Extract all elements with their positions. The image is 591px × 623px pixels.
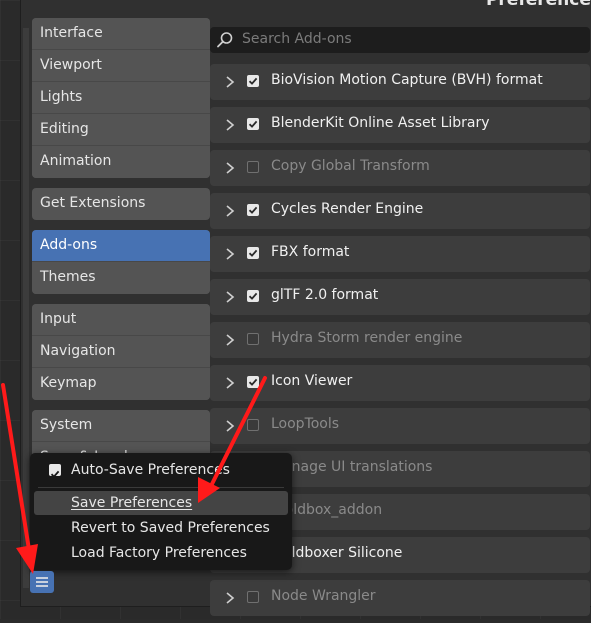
addon-enable-checkbox[interactable] [247, 75, 259, 87]
chevron-right-icon[interactable] [222, 375, 238, 391]
checkmark-icon [248, 120, 258, 128]
auto-save-preferences-toggle[interactable]: Auto-Save Preferences [34, 458, 288, 482]
addon-row[interactable]: BioVision Motion Capture (BVH) format [210, 64, 590, 100]
sidebar-item-interface[interactable]: Interface [32, 18, 210, 50]
sidebar-item-themes[interactable]: Themes [32, 262, 210, 294]
revert-preferences-label: Revert to Saved Preferences [71, 520, 270, 536]
addon-row[interactable]: BlenderKit Online Asset Library [210, 107, 590, 143]
checkmark-icon [248, 77, 258, 85]
search-placeholder: Search Add-ons [242, 31, 352, 47]
auto-save-label: Auto-Save Preferences [71, 462, 230, 478]
checkmark-icon [248, 249, 258, 257]
sidebar-scroll-gutter [23, 28, 29, 588]
checkmark-icon [50, 470, 60, 478]
addon-name: BioVision Motion Capture (BVH) format [271, 72, 543, 88]
checkmark-icon [248, 292, 258, 300]
addon-enable-checkbox[interactable] [247, 376, 259, 388]
menu-separator [38, 487, 284, 488]
addon-name: LoopTools [271, 416, 340, 432]
addon-enable-checkbox[interactable] [247, 333, 259, 345]
addon-enable-checkbox[interactable] [247, 419, 259, 431]
sidebar-group-input: Input Navigation Keymap [32, 304, 210, 400]
chevron-right-icon[interactable] [222, 203, 238, 219]
window-title: Preferences [485, 0, 591, 10]
addon-name: Cycles Render Engine [271, 201, 424, 217]
sidebar-group-ui: Interface Viewport Lights Editing Animat… [32, 18, 210, 178]
sidebar-item-addons[interactable]: Add-ons [32, 230, 210, 262]
addon-enable-checkbox[interactable] [247, 290, 259, 302]
sidebar: Interface Viewport Lights Editing Animat… [32, 18, 210, 484]
addon-name: Hydra Storm render engine [271, 330, 463, 346]
sidebar-item-animation[interactable]: Animation [32, 146, 210, 178]
save-preferences-item[interactable]: Save Preferences [34, 491, 288, 515]
chevron-right-icon[interactable] [222, 590, 238, 606]
checkmark-icon [248, 378, 258, 386]
addon-enable-checkbox[interactable] [247, 204, 259, 216]
sidebar-item-input[interactable]: Input [32, 304, 210, 336]
addon-name: Icon Viewer [271, 373, 353, 389]
addon-row[interactable]: LoopTools [210, 408, 590, 444]
addon-name: Copy Global Transform [271, 158, 430, 174]
addon-name: FBX format [271, 244, 350, 260]
addon-enable-checkbox[interactable] [247, 591, 259, 603]
hamburger-icon [36, 577, 48, 587]
addon-enable-checkbox[interactable] [247, 247, 259, 259]
sidebar-group-addons: Add-ons Themes [32, 230, 210, 294]
sidebar-group-extensions: Get Extensions [32, 188, 210, 220]
sidebar-item-keymap[interactable]: Keymap [32, 368, 210, 400]
addon-row[interactable]: Cycles Render Engine [210, 193, 590, 229]
addon-name: Manage UI translations [271, 459, 433, 475]
sidebar-item-editing[interactable]: Editing [32, 114, 210, 146]
load-factory-preferences-label: Load Factory Preferences [71, 545, 247, 561]
auto-save-checkbox[interactable] [49, 464, 61, 478]
chevron-right-icon[interactable] [222, 74, 238, 90]
chevron-right-icon[interactable] [222, 117, 238, 133]
addon-row[interactable]: Hydra Storm render engine [210, 322, 590, 358]
addon-enable-checkbox[interactable] [247, 118, 259, 130]
chevron-right-icon[interactable] [222, 246, 238, 262]
addon-enable-checkbox[interactable] [247, 161, 259, 173]
sidebar-item-navigation[interactable]: Navigation [32, 336, 210, 368]
addon-row[interactable]: Node Wrangler [210, 580, 590, 616]
addon-row[interactable]: Copy Global Transform [210, 150, 590, 186]
preferences-menu-button[interactable] [30, 571, 54, 593]
chevron-right-icon[interactable] [222, 289, 238, 305]
addon-row[interactable]: FBX format [210, 236, 590, 272]
addon-row[interactable]: Icon Viewer [210, 365, 590, 401]
chevron-right-icon[interactable] [222, 160, 238, 176]
addon-name: BlenderKit Online Asset Library [271, 115, 490, 131]
sidebar-item-get-extensions[interactable]: Get Extensions [32, 188, 210, 220]
sidebar-item-lights[interactable]: Lights [32, 82, 210, 114]
search-icon [217, 32, 233, 48]
addon-name: Node Wrangler [271, 588, 376, 604]
chevron-right-icon[interactable] [222, 418, 238, 434]
revert-preferences-item[interactable]: Revert to Saved Preferences [34, 516, 288, 540]
chevron-right-icon[interactable] [222, 332, 238, 348]
checkmark-icon [248, 206, 258, 214]
preferences-menu: Auto-Save Preferences Save Preferences R… [30, 453, 292, 570]
sidebar-item-viewport[interactable]: Viewport [32, 50, 210, 82]
load-factory-preferences-item[interactable]: Load Factory Preferences [34, 541, 288, 565]
search-input[interactable]: Search Add-ons [210, 27, 590, 53]
addon-row[interactable]: glTF 2.0 format [210, 279, 590, 315]
sidebar-item-system[interactable]: System [32, 410, 210, 442]
save-preferences-label: Save Preferences [71, 495, 193, 511]
addon-name: glTF 2.0 format [271, 287, 379, 303]
